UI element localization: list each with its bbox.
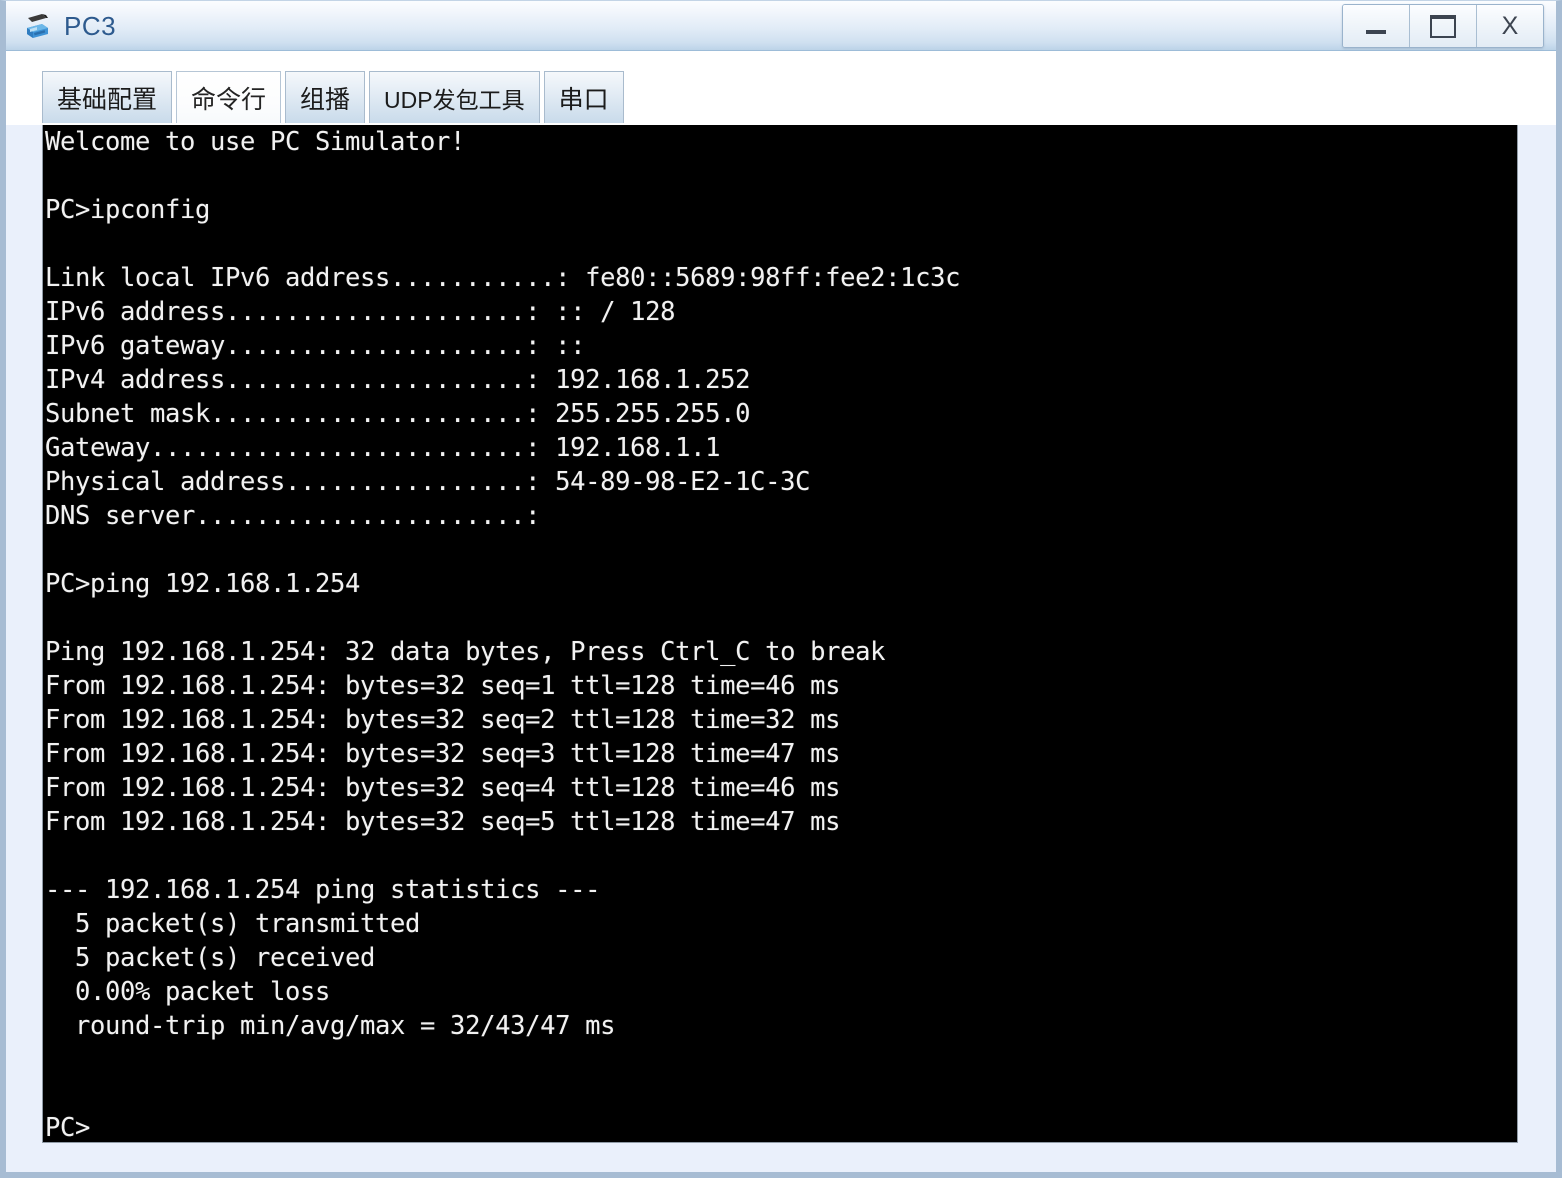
window-controls: X xyxy=(1342,4,1544,48)
tab-label: 基础配置 xyxy=(57,85,158,114)
maximize-button[interactable] xyxy=(1410,5,1477,47)
terminal-console[interactable]: Welcome to use PC Simulator! PC>ipconfig… xyxy=(42,125,1518,1143)
tab-label: 组播 xyxy=(300,85,351,114)
minimize-icon xyxy=(1366,30,1386,34)
tab-label: UDP发包工具 xyxy=(384,86,525,113)
title-bar: PC3 X xyxy=(6,1,1556,51)
pc3-window: PC3 X 基础配置 命令行 组播 UDP发包工具 串口 Welcome to … xyxy=(0,0,1562,1178)
title-bar-left: PC3 xyxy=(22,1,116,51)
close-icon: X xyxy=(1501,11,1519,40)
maximize-icon xyxy=(1430,14,1456,38)
tab-command-line[interactable]: 命令行 xyxy=(176,71,282,123)
tab-strip: 基础配置 命令行 组播 UDP发包工具 串口 xyxy=(42,71,624,123)
tab-multicast[interactable]: 组播 xyxy=(285,71,366,123)
minimize-button[interactable] xyxy=(1343,5,1410,47)
pc-device-icon xyxy=(22,9,56,43)
tab-basic-config[interactable]: 基础配置 xyxy=(42,71,173,123)
close-button[interactable]: X xyxy=(1477,5,1543,47)
tab-label: 命令行 xyxy=(191,85,267,114)
tab-label: 串口 xyxy=(558,85,609,114)
window-title: PC3 xyxy=(64,10,117,41)
terminal-output: Welcome to use PC Simulator! PC>ipconfig… xyxy=(45,127,961,1143)
tab-serial-port[interactable]: 串口 xyxy=(543,71,624,123)
tab-bar: 基础配置 命令行 组播 UDP发包工具 串口 xyxy=(6,51,1556,125)
tab-udp-tool[interactable]: UDP发包工具 xyxy=(369,71,540,123)
